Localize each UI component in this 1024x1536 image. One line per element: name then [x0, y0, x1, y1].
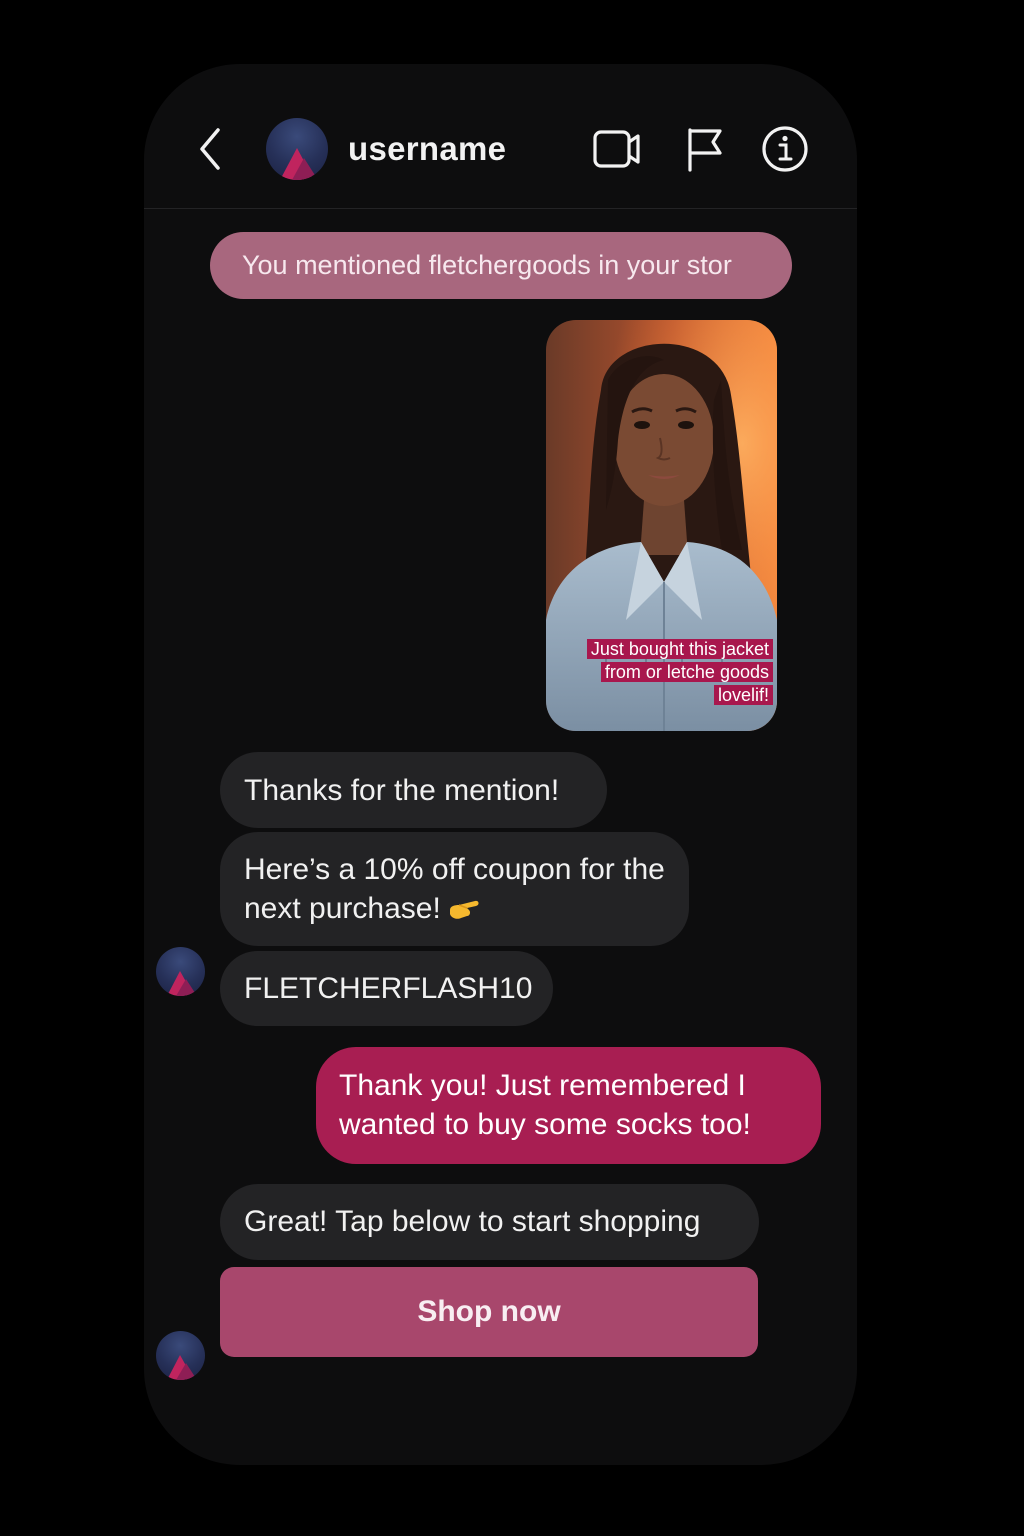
story-mention-notice[interactable]: You mentioned fletchergoods in your stor — [210, 232, 792, 299]
back-button[interactable] — [194, 126, 228, 172]
message-text: Thank you! Just remembered I wanted to b… — [339, 1069, 751, 1141]
message-text: Thanks for the mention! — [244, 774, 560, 807]
chat-header: username — [144, 64, 857, 209]
info-button[interactable] — [760, 124, 810, 174]
story-caption-line: from or letche goods — [600, 662, 773, 682]
sender-avatar[interactable] — [156, 1331, 205, 1380]
info-icon — [762, 126, 808, 172]
message-text: Great! Tap below to start shopping — [244, 1205, 701, 1238]
video-call-button[interactable] — [592, 126, 642, 172]
message-bubble-outgoing[interactable]: Thank you! Just remembered I wanted to b… — [316, 1047, 821, 1164]
story-preview-card[interactable]: Just bought this jacket from or letche g… — [546, 320, 777, 731]
flag-icon — [688, 128, 722, 172]
shop-now-button[interactable]: Shop now — [220, 1267, 758, 1357]
report-button[interactable] — [682, 126, 732, 172]
message-bubble-incoming[interactable]: Here’s a 10% off coupon for the next pur… — [220, 832, 689, 946]
story-caption-line: Just bought this jacket — [586, 639, 773, 659]
mountain-avatar-icon — [167, 971, 197, 996]
chat-username[interactable]: username — [348, 130, 506, 168]
story-caption: Just bought this jacket from or letche g… — [559, 638, 773, 707]
chat-screen: username You mentioned fletchergoods in … — [144, 64, 857, 1465]
mountain-avatar-icon — [167, 1355, 197, 1380]
message-bubble-incoming[interactable]: Thanks for the mention! — [220, 752, 607, 828]
video-camera-icon — [593, 130, 640, 168]
pointing-hand-emoji — [449, 900, 479, 919]
message-bubble-incoming[interactable]: Great! Tap below to start shopping — [220, 1184, 759, 1260]
avatar[interactable] — [266, 118, 328, 180]
back-chevron-icon — [200, 128, 220, 170]
sender-avatar[interactable] — [156, 947, 205, 996]
story-caption-line: lovelif! — [713, 685, 773, 705]
mountain-avatar-icon — [280, 148, 318, 180]
coupon-code: FLETCHERFLASH10 — [244, 972, 533, 1005]
coupon-code-bubble[interactable]: FLETCHERFLASH10 — [220, 951, 553, 1026]
